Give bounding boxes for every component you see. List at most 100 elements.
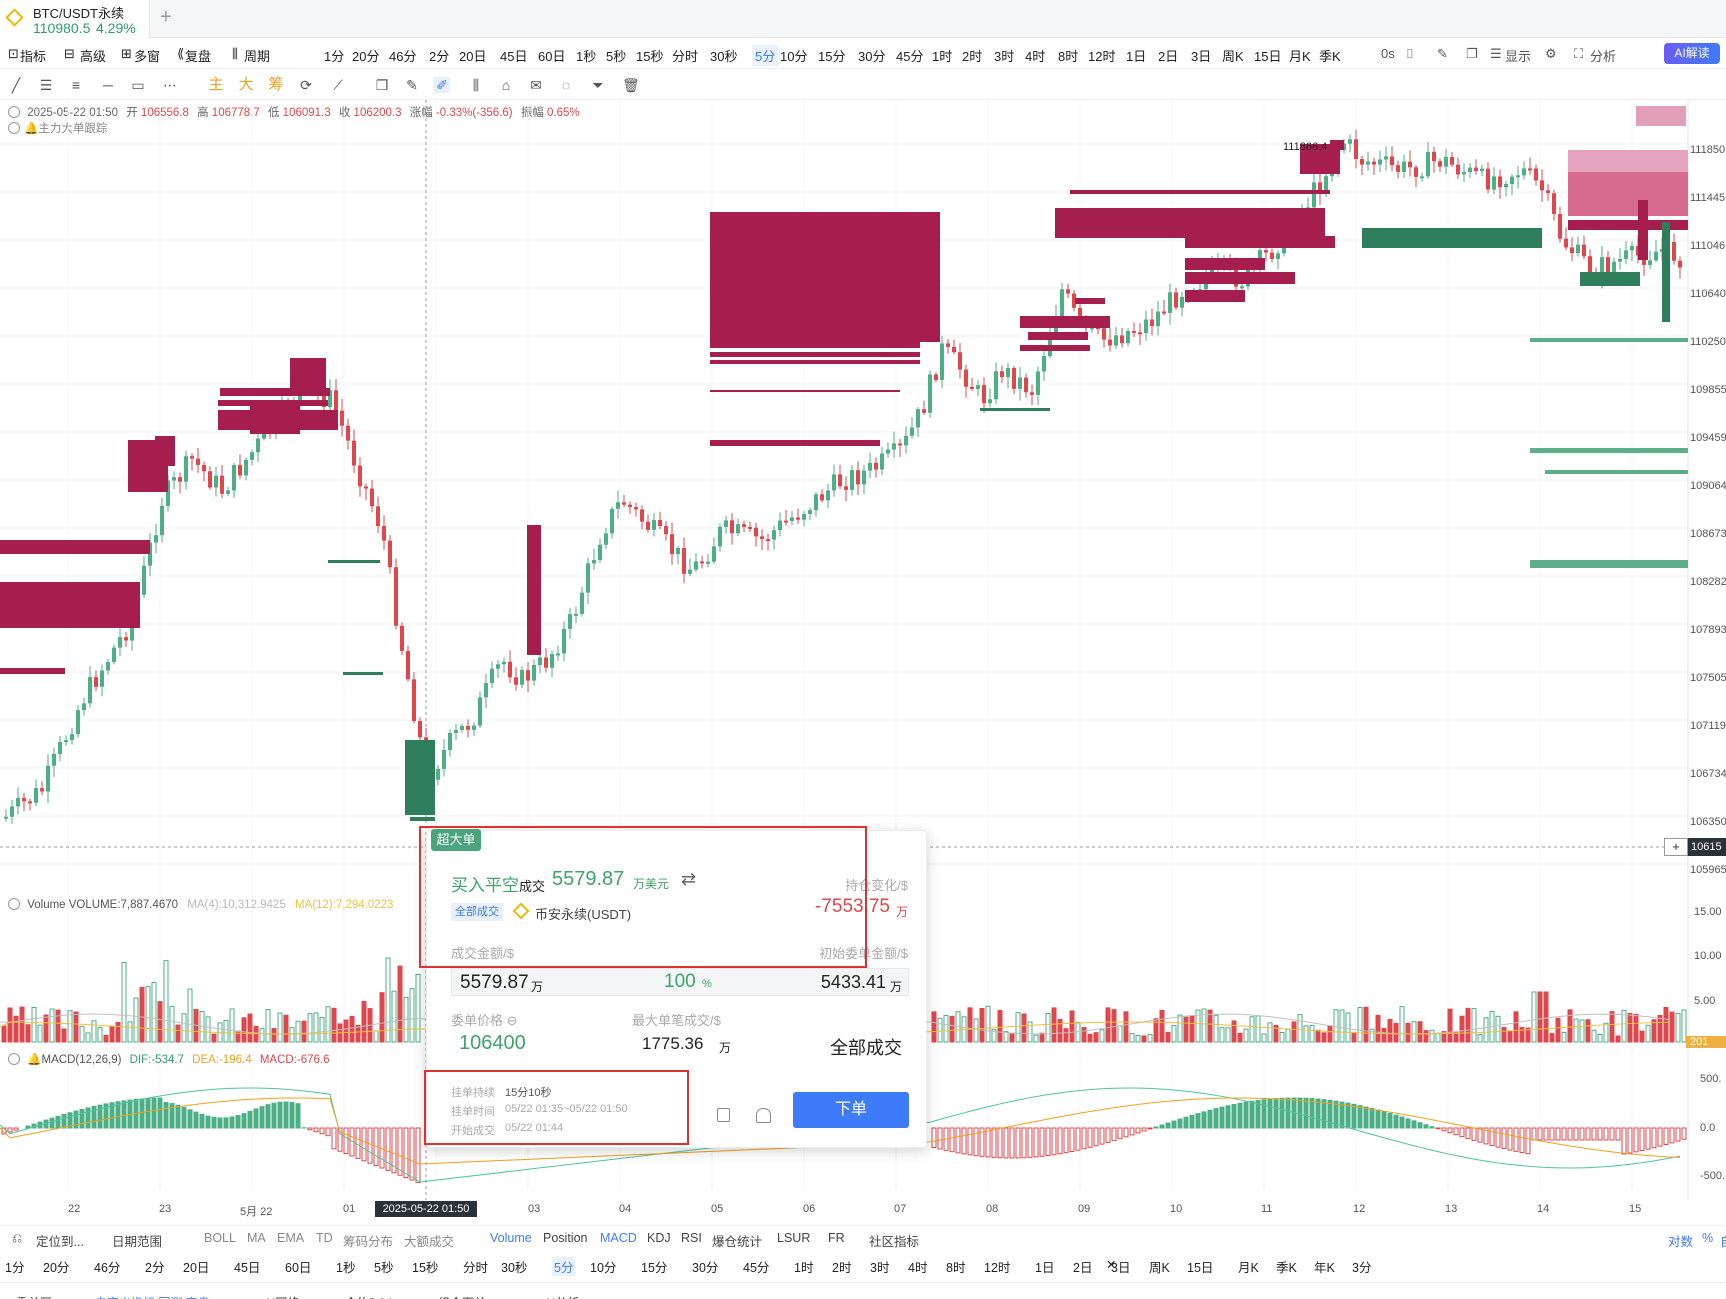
rectangle-icon[interactable]: ▭ (130, 77, 146, 93)
toolbar-item[interactable]: 20分 (352, 46, 379, 65)
collapse-icon[interactable] (8, 1053, 20, 1065)
multiwindow-icon[interactable]: ⊞ (121, 46, 132, 62)
toolbar-item[interactable]: 46分 (389, 46, 416, 65)
period-item[interactable]: 2时 (832, 1257, 851, 1276)
scale-option[interactable]: 对数 (1668, 1231, 1693, 1250)
indicator-icon[interactable]: ⊡ (8, 46, 19, 62)
tab-btc-usdt[interactable]: BTC/USDT永续 110980.5 4.29% (0, 0, 150, 38)
period-item[interactable]: 20日 (183, 1257, 209, 1276)
toolbar-item[interactable]: 3时 (994, 46, 1014, 65)
hlines-icon[interactable]: ☰ (38, 77, 54, 93)
period-item[interactable]: 3分 (1352, 1257, 1371, 1276)
lock-icon[interactable]: ⌂ (498, 77, 514, 93)
toolbar-item[interactable]: 15秒 (636, 46, 663, 65)
period-item[interactable]: 10分 (590, 1257, 616, 1276)
toolbar-item[interactable]: 2分 (429, 46, 449, 65)
bottom-tab[interactable]: AI网格 (264, 1294, 299, 1299)
notes-icon[interactable]: ✉ (528, 77, 544, 93)
period-item[interactable]: 季K (1276, 1257, 1297, 1276)
copy-icon[interactable]: ❐ (374, 77, 390, 93)
place-order-button[interactable]: 下单 (793, 1092, 909, 1128)
highlighter-icon[interactable]: ✐ (434, 77, 450, 93)
edit-icon[interactable]: ✎ (1437, 46, 1448, 62)
toolbar-item[interactable]: 1秒 (576, 46, 596, 65)
toolbar-item[interactable]: 10分 (780, 46, 807, 65)
period-item[interactable]: 15分 (641, 1257, 667, 1276)
advanced-icon[interactable]: ⊟ (64, 46, 75, 62)
indicator-item[interactable]: Volume (490, 1231, 532, 1245)
scale-option[interactable]: 自 (1720, 1231, 1726, 1250)
toolbar-item[interactable]: 30分 (858, 46, 885, 65)
trendline-icon[interactable]: ╱ (8, 77, 24, 93)
period-item[interactable]: 4时 (908, 1257, 927, 1276)
indicator-item[interactable]: BOLL (204, 1231, 236, 1245)
indicator-item[interactable]: LSUR (777, 1231, 810, 1245)
period-item[interactable]: 周K (1149, 1257, 1170, 1276)
locate-icon[interactable]: ⎌ (12, 1231, 22, 1246)
indicator-item[interactable]: EMA (277, 1231, 304, 1245)
filter-icon[interactable]: ⏷ (590, 77, 606, 93)
toolbar-item[interactable]: 1日 (1126, 46, 1146, 65)
trash-icon[interactable]: 🗑 (622, 77, 640, 93)
toolbar-item[interactable]: 周期 (244, 46, 270, 65)
bottom-tab[interactable]: 委单区 (16, 1294, 52, 1299)
replay-icon[interactable]: ⟪ (177, 46, 184, 62)
collapse-icon[interactable] (8, 898, 20, 910)
indicator-item[interactable]: 定位到... (36, 1231, 84, 1250)
period-item[interactable]: 45日 (234, 1257, 260, 1276)
replay-icon[interactable]: ⟳ (298, 77, 314, 93)
bottom-tab[interactable]: AI分析 (544, 1294, 579, 1299)
period-item[interactable]: 5秒 (374, 1257, 393, 1276)
settings-icon[interactable]: ⚙ (1545, 46, 1557, 62)
indicator-item[interactable]: 日期范围 (112, 1231, 162, 1250)
period-item[interactable]: 年K (1314, 1257, 1335, 1276)
period-item[interactable]: 45分 (743, 1257, 769, 1276)
toolbar-item[interactable]: 多窗 (134, 46, 160, 65)
period-item[interactable]: 5分 (552, 1257, 576, 1276)
large-order-toggle[interactable]: 大 (238, 77, 254, 93)
period-item[interactable]: 1时 (794, 1257, 813, 1276)
indicator-item[interactable]: RSI (681, 1231, 702, 1245)
indicator-item[interactable]: FR (828, 1231, 845, 1245)
bottom-tab[interactable]: 合约DCA (345, 1294, 394, 1299)
indicator-item[interactable]: 大额成交 (404, 1231, 454, 1250)
period-item[interactable]: 15日 (1187, 1257, 1213, 1276)
ai-interpret-button[interactable]: AI解读 (1664, 43, 1720, 64)
period-item[interactable]: 30分 (692, 1257, 718, 1276)
measure-icon[interactable]: ⟋ (330, 77, 346, 93)
period-item[interactable]: 60日 (285, 1257, 311, 1276)
period-item[interactable]: 20分 (43, 1257, 69, 1276)
toolbar-item[interactable]: 5秒 (606, 46, 626, 65)
period-item[interactable]: 15秒 (412, 1257, 438, 1276)
indicator-item[interactable]: 爆仓统计 (712, 1231, 762, 1250)
toolbar-item[interactable]: 分时 (672, 46, 698, 65)
toolbar-right-item[interactable]: 分析 (1590, 46, 1616, 65)
indicator-item[interactable]: MACD (600, 1231, 637, 1245)
candle-settings-icon[interactable]: ⫼ (468, 77, 484, 93)
period-item[interactable]: 8时 (946, 1257, 965, 1276)
toolbar-item[interactable]: 20日 (459, 46, 486, 65)
period-item[interactable]: 2日 (1073, 1257, 1092, 1276)
crosshair-add-icon[interactable]: + (1664, 838, 1688, 856)
document-icon[interactable] (717, 1108, 730, 1122)
toolbar-item[interactable]: 8时 (1058, 46, 1078, 65)
toolbar-item[interactable]: 30秒 (710, 46, 737, 65)
period-item[interactable]: 2分 (145, 1257, 164, 1276)
toolbar-item[interactable]: 45分 (896, 46, 923, 65)
bottom-tab[interactable]: 组合下单 (438, 1294, 486, 1299)
toolbar-item[interactable]: 2日 (1158, 46, 1178, 65)
indicator-item[interactable]: MA (247, 1231, 266, 1245)
bell-icon[interactable] (756, 1108, 771, 1123)
indicator-item[interactable]: KDJ (647, 1231, 671, 1245)
toolbar-item[interactable]: 15日 (1254, 46, 1281, 65)
chips-toggle[interactable]: 筹 (268, 77, 284, 93)
toolbar-item[interactable]: 高级 (80, 46, 106, 65)
toolbar-item[interactable]: 5分 (752, 45, 779, 66)
period-item[interactable]: 3时 (870, 1257, 889, 1276)
toolbar-item[interactable]: 月K (1289, 46, 1311, 65)
toolbar-item[interactable]: 60日 (538, 46, 565, 65)
toolbar-item[interactable]: 指标 (20, 46, 46, 65)
main-force-toggle[interactable]: 主 (208, 77, 224, 93)
scale-option[interactable]: % (1702, 1231, 1713, 1245)
period-item[interactable]: 月K (1238, 1257, 1259, 1276)
